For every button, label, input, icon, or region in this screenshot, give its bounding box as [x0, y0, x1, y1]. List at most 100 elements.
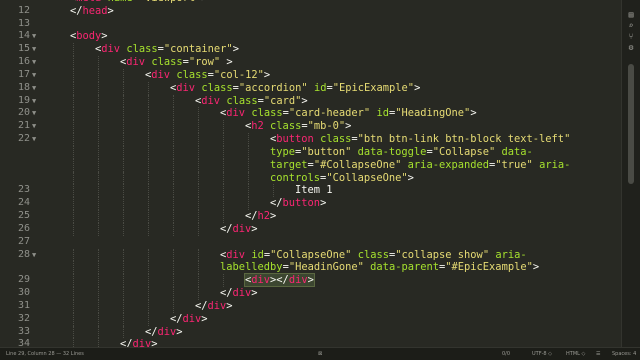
token-str: "col-12" — [213, 68, 264, 81]
code-line[interactable]: labelledby="HeadinGone" data-parent="#Ep… — [0, 261, 622, 275]
fold-arrow-icon[interactable]: ▼ — [32, 43, 36, 56]
indent-guide — [148, 287, 149, 300]
branch-indicator[interactable]: 0/0 — [502, 348, 510, 360]
code-line[interactable]: 17 ▼ <div class="col-12"> — [0, 68, 622, 82]
indent-guide — [98, 68, 99, 82]
indentation-selector[interactable]: Spaces: 4 — [612, 348, 636, 360]
fold-arrow-icon[interactable]: ▼ — [32, 107, 36, 120]
token-punc: > — [201, 312, 208, 325]
code-editor[interactable]: 11<meta name="viewport">12</head>1314▼<b… — [0, 0, 622, 348]
token-tag: button — [276, 133, 314, 146]
code-line[interactable]: 26 </div> — [0, 222, 622, 236]
line-number: 25 — [17, 210, 30, 222]
code-line[interactable]: 22 ▼ <button class="btn btn-link btn-block… — [0, 133, 622, 146]
indent-guide — [98, 312, 99, 326]
indent-guide — [123, 210, 124, 223]
code-line[interactable]: 12 </head> — [0, 5, 622, 18]
indent-guide — [73, 120, 74, 134]
line-number: 29 — [17, 274, 30, 286]
tab-indicator-icon[interactable]: ⊠ — [318, 348, 322, 360]
fold-arrow-icon[interactable]: ▼ — [32, 69, 36, 82]
code-line[interactable]: controls="CollapseOne"> — [0, 171, 622, 185]
code-line[interactable]: 32 </div> — [0, 312, 622, 326]
code-line[interactable]: 20 ▼ <div class="card-header" id="HeadingO… — [0, 107, 622, 121]
line-number: 13 — [17, 17, 30, 29]
code-line[interactable]: 15 ▼ <div class="container"> — [0, 43, 622, 57]
code-line[interactable]: type="button" data-toggle="Collapse" dat… — [0, 145, 622, 159]
indent-guide — [98, 158, 99, 172]
code-line[interactable]: 31 </div> — [0, 299, 622, 313]
indent-guide — [98, 261, 99, 275]
token-tag: h2 — [251, 120, 264, 133]
fold-arrow-icon[interactable]: ▼ — [32, 120, 36, 133]
indent-guide — [223, 145, 224, 159]
indent-guide — [73, 197, 74, 211]
indent-guide — [223, 197, 224, 211]
indent-guide — [123, 248, 124, 262]
indent-guide — [198, 158, 199, 172]
scrollbar-thumb[interactable] — [628, 64, 634, 184]
fold-arrow-icon[interactable]: ▼ — [32, 133, 36, 146]
indent-guide — [148, 222, 149, 236]
code-line[interactable]: 33 </div> — [0, 325, 622, 339]
indent-guide — [173, 145, 174, 159]
indent-guide — [123, 94, 124, 108]
indent-guide — [248, 184, 249, 198]
code-line[interactable]: 21 ▼ <h2 class="mb-0"> — [0, 120, 622, 134]
code-line[interactable]: 23 Item 1 — [0, 184, 622, 198]
fold-arrow-icon[interactable]: ▼ — [32, 30, 36, 43]
right-sidebar: ▤ ⌕ ⑂ ⚙ — [621, 0, 640, 348]
indent-guide — [123, 222, 124, 236]
fold-arrow-icon[interactable]: ▼ — [32, 249, 36, 262]
code-line[interactable]: 27 — [0, 236, 622, 249]
indent-guide — [98, 274, 99, 288]
token-tag: button — [282, 197, 321, 210]
indent-guide — [148, 197, 149, 211]
token-punc: </ — [70, 4, 83, 17]
indent-guide — [248, 133, 249, 146]
token-punc: > — [307, 274, 314, 287]
indent-guide — [173, 222, 174, 236]
token-tag: div — [232, 222, 252, 235]
token-punc: > — [251, 222, 258, 235]
line-number: 26 — [17, 222, 30, 234]
code-editor-window: 11<meta name="viewport">12</head>1314▼<b… — [0, 0, 640, 360]
fold-arrow-icon[interactable]: ▼ — [32, 82, 36, 95]
code-line[interactable]: 19 ▼ <div class="card"> — [0, 94, 622, 108]
files-icon[interactable]: ▤ — [626, 10, 636, 20]
code-line[interactable]: 30 </div> — [0, 287, 622, 300]
extensions-icon[interactable]: ⚙ — [626, 43, 636, 53]
selection-highlight: <div></div> — [244, 273, 315, 288]
code-line[interactable]: 24 </button> — [0, 197, 622, 211]
token-attr: class — [357, 248, 389, 261]
fold-arrow-icon[interactable]: ▼ — [32, 56, 36, 69]
fold-arrow-icon[interactable]: ▼ — [32, 95, 36, 108]
code-line[interactable]: 28 ▼ <div id="CollapseOne" class="collapse… — [0, 248, 622, 262]
indent-guide — [98, 145, 99, 159]
token-attr: name — [108, 0, 133, 4]
token-punc: > — [232, 43, 239, 56]
code-line[interactable]: 14 ▼ <body> — [0, 30, 622, 43]
indent-guide — [223, 210, 224, 223]
panel-icon[interactable]: ☰ — [596, 348, 600, 360]
search-icon[interactable]: ⌕ — [626, 21, 636, 31]
token-str: "HeadingOne" — [395, 107, 471, 120]
encoding-selector[interactable]: UTF-8 ◇ — [532, 348, 552, 360]
indent-guide — [123, 171, 124, 185]
token-attr: class — [176, 68, 208, 81]
indent-guide — [98, 107, 99, 121]
code-line[interactable]: 29 <div></div> — [0, 273, 622, 288]
syntax-selector[interactable]: HTML ◇ — [566, 348, 585, 360]
git-icon[interactable]: ⑂ — [626, 32, 636, 42]
token-punc: > — [270, 210, 277, 223]
code-line[interactable]: 18 ▼ <div class="accordion" id="EpicExampl… — [0, 81, 622, 95]
indent-guide — [198, 133, 199, 146]
indent-guide — [148, 94, 149, 108]
line-number: 12 — [17, 4, 30, 16]
code-line[interactable]: 13 — [0, 18, 622, 31]
code-line[interactable]: 16 ▼ <div class="row" > — [0, 56, 622, 69]
line-number: 27 — [17, 235, 30, 247]
code-line[interactable]: 25 </h2> — [0, 210, 622, 223]
token-attr: labelledby — [220, 261, 283, 274]
code-line[interactable]: target="#CollapseOne" aria-expanded="tru… — [0, 158, 622, 172]
